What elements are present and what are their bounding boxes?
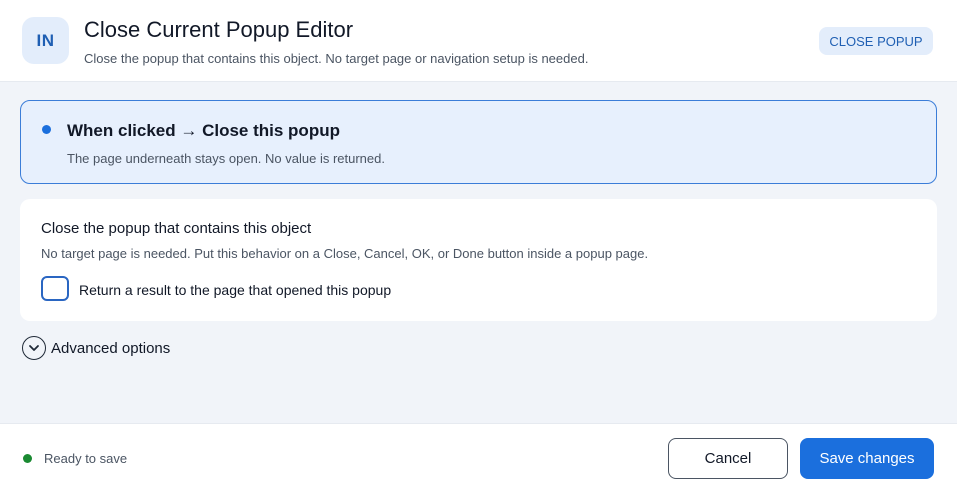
advanced-options-toggle[interactable]: Advanced options — [22, 336, 170, 360]
summary-title: When clicked → Close this popup — [67, 121, 340, 140]
status-indicator-icon — [23, 454, 32, 463]
detail-title: Close the popup that contains this objec… — [41, 220, 312, 237]
return-result-checkbox[interactable] — [41, 276, 69, 301]
behavior-summary-card: When clicked → Close this popup The page… — [20, 100, 937, 184]
editor-header: IN Close Current Popup Editor Close the … — [0, 0, 957, 82]
summary-bullet-icon — [42, 125, 51, 134]
save-changes-button[interactable]: Save changes — [800, 438, 934, 479]
avatar: IN — [22, 17, 69, 64]
page-subtitle: Close the popup that contains this objec… — [84, 51, 589, 66]
save-status-text: Ready to save — [44, 451, 128, 466]
cancel-button[interactable]: Cancel — [668, 438, 788, 479]
editor-footer: Ready to save Cancel Save changes — [0, 423, 957, 491]
chevron-down-circle-icon — [22, 336, 46, 360]
page-title: Close Current Popup Editor — [84, 17, 354, 42]
advanced-options-label: Advanced options — [51, 339, 171, 357]
behavior-detail-card: Close the popup that contains this objec… — [20, 199, 937, 321]
detail-note: No target page is needed. Put this behav… — [41, 246, 649, 261]
return-result-label[interactable]: Return a result to the page that opened … — [79, 282, 391, 298]
summary-note: The page underneath stays open. No value… — [67, 151, 385, 166]
behavior-type-badge: CLOSE POPUP — [819, 27, 933, 55]
